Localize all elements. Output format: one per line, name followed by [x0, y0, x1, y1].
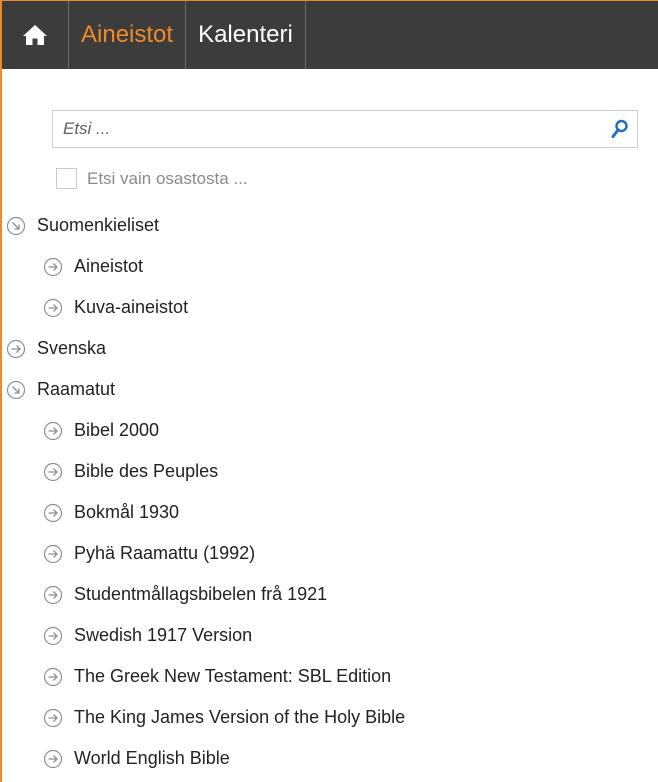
tab-aineistot[interactable]: Aineistot: [69, 1, 187, 69]
tree-item-raamatut[interactable]: Raamatut: [2, 369, 658, 410]
tree-item-label: Kuva-aineistot: [74, 297, 189, 317]
tree-item-studentm-llagsbibelen-fr-1921[interactable]: Studentmållagsbibelen frå 1921: [2, 574, 658, 615]
tree-item-label: Bokmål 1930: [74, 502, 180, 522]
tree-item-the-greek-new-testament-sbl-edition[interactable]: The Greek New Testament: SBL Edition: [2, 656, 658, 697]
collapsed-circle-arrow-icon[interactable]: [42, 461, 64, 483]
collapsed-circle-arrow-icon[interactable]: [42, 748, 64, 770]
tree-item-label: World English Bible: [74, 748, 230, 768]
tree-item-swedish-1917-version[interactable]: Swedish 1917 Version: [2, 615, 658, 656]
tree-item-the-king-james-version-of-the-holy-bible[interactable]: The King James Version of the Holy Bible: [2, 697, 658, 738]
tree-item-kuva-aineistot[interactable]: Kuva-aineistot: [2, 287, 658, 328]
tree-item-label: Bibel 2000: [74, 420, 160, 440]
collapsed-circle-arrow-icon[interactable]: [42, 256, 64, 278]
tree-item-label: Bible des Peuples: [74, 461, 219, 481]
collapsed-circle-arrow-icon[interactable]: [42, 502, 64, 524]
search-box: [52, 110, 638, 148]
top-navigation-bar: Aineistot Kalenteri: [2, 1, 658, 69]
collapsed-circle-arrow-icon[interactable]: [5, 338, 27, 360]
tree-item-label: The Greek New Testament: SBL Edition: [74, 666, 392, 686]
expanded-circle-arrow-icon[interactable]: [5, 379, 27, 401]
collapsed-circle-arrow-icon[interactable]: [42, 584, 64, 606]
tree-item-label: Studentmållagsbibelen frå 1921: [74, 584, 328, 604]
tree-item-bibel-2000[interactable]: Bibel 2000: [2, 410, 658, 451]
tree-item-aineistot[interactable]: Aineistot: [2, 246, 658, 287]
search-button[interactable]: [603, 111, 637, 147]
tree-item-world-english-bible[interactable]: World English Bible: [2, 738, 658, 779]
tree-item-label: Suomenkieliset: [37, 215, 160, 235]
tree-item-bible-des-peuples[interactable]: Bible des Peuples: [2, 451, 658, 492]
search-icon: [611, 119, 628, 138]
tab-kalenteri[interactable]: Kalenteri: [186, 1, 306, 69]
collapsed-circle-arrow-icon[interactable]: [42, 543, 64, 565]
tree-item-label: Pyhä Raamattu (1992): [74, 543, 256, 563]
search-input[interactable]: [53, 111, 603, 147]
collapsed-circle-arrow-icon[interactable]: [42, 666, 64, 688]
tree-item-label: The King James Version of the Holy Bible: [74, 707, 406, 727]
tree-item-label: Swedish 1917 Version: [74, 625, 253, 645]
tree-item-bokm-l-1930[interactable]: Bokmål 1930: [2, 492, 658, 533]
home-icon: [23, 25, 47, 45]
tree-item-pyh-raamattu-1992[interactable]: Pyhä Raamattu (1992): [2, 533, 658, 574]
collapsed-circle-arrow-icon[interactable]: [42, 625, 64, 647]
collapsed-circle-arrow-icon[interactable]: [42, 707, 64, 729]
collapsed-circle-arrow-icon[interactable]: [42, 420, 64, 442]
tree-item-suomenkieliset[interactable]: Suomenkieliset: [2, 205, 658, 246]
home-button[interactable]: [2, 1, 69, 69]
tree-item-label: Raamatut: [37, 379, 116, 399]
tree-item-svenska[interactable]: Svenska: [2, 328, 658, 369]
tree-item-label: Aineistot: [74, 256, 144, 276]
app-frame: Aineistot Kalenteri Etsi vain osastosta …: [0, 0, 658, 782]
collection-tree: Suomenkieliset Aineistot Kuva-aineistot Sve…: [2, 205, 658, 779]
expanded-circle-arrow-icon[interactable]: [5, 215, 27, 237]
collapsed-circle-arrow-icon[interactable]: [42, 297, 64, 319]
search-within-section-option: Etsi vain osastosta ...: [56, 168, 248, 189]
search-within-section-checkbox[interactable]: [56, 168, 77, 189]
search-within-section-label: Etsi vain osastosta ...: [87, 168, 248, 188]
tree-item-label: Svenska: [37, 338, 107, 358]
